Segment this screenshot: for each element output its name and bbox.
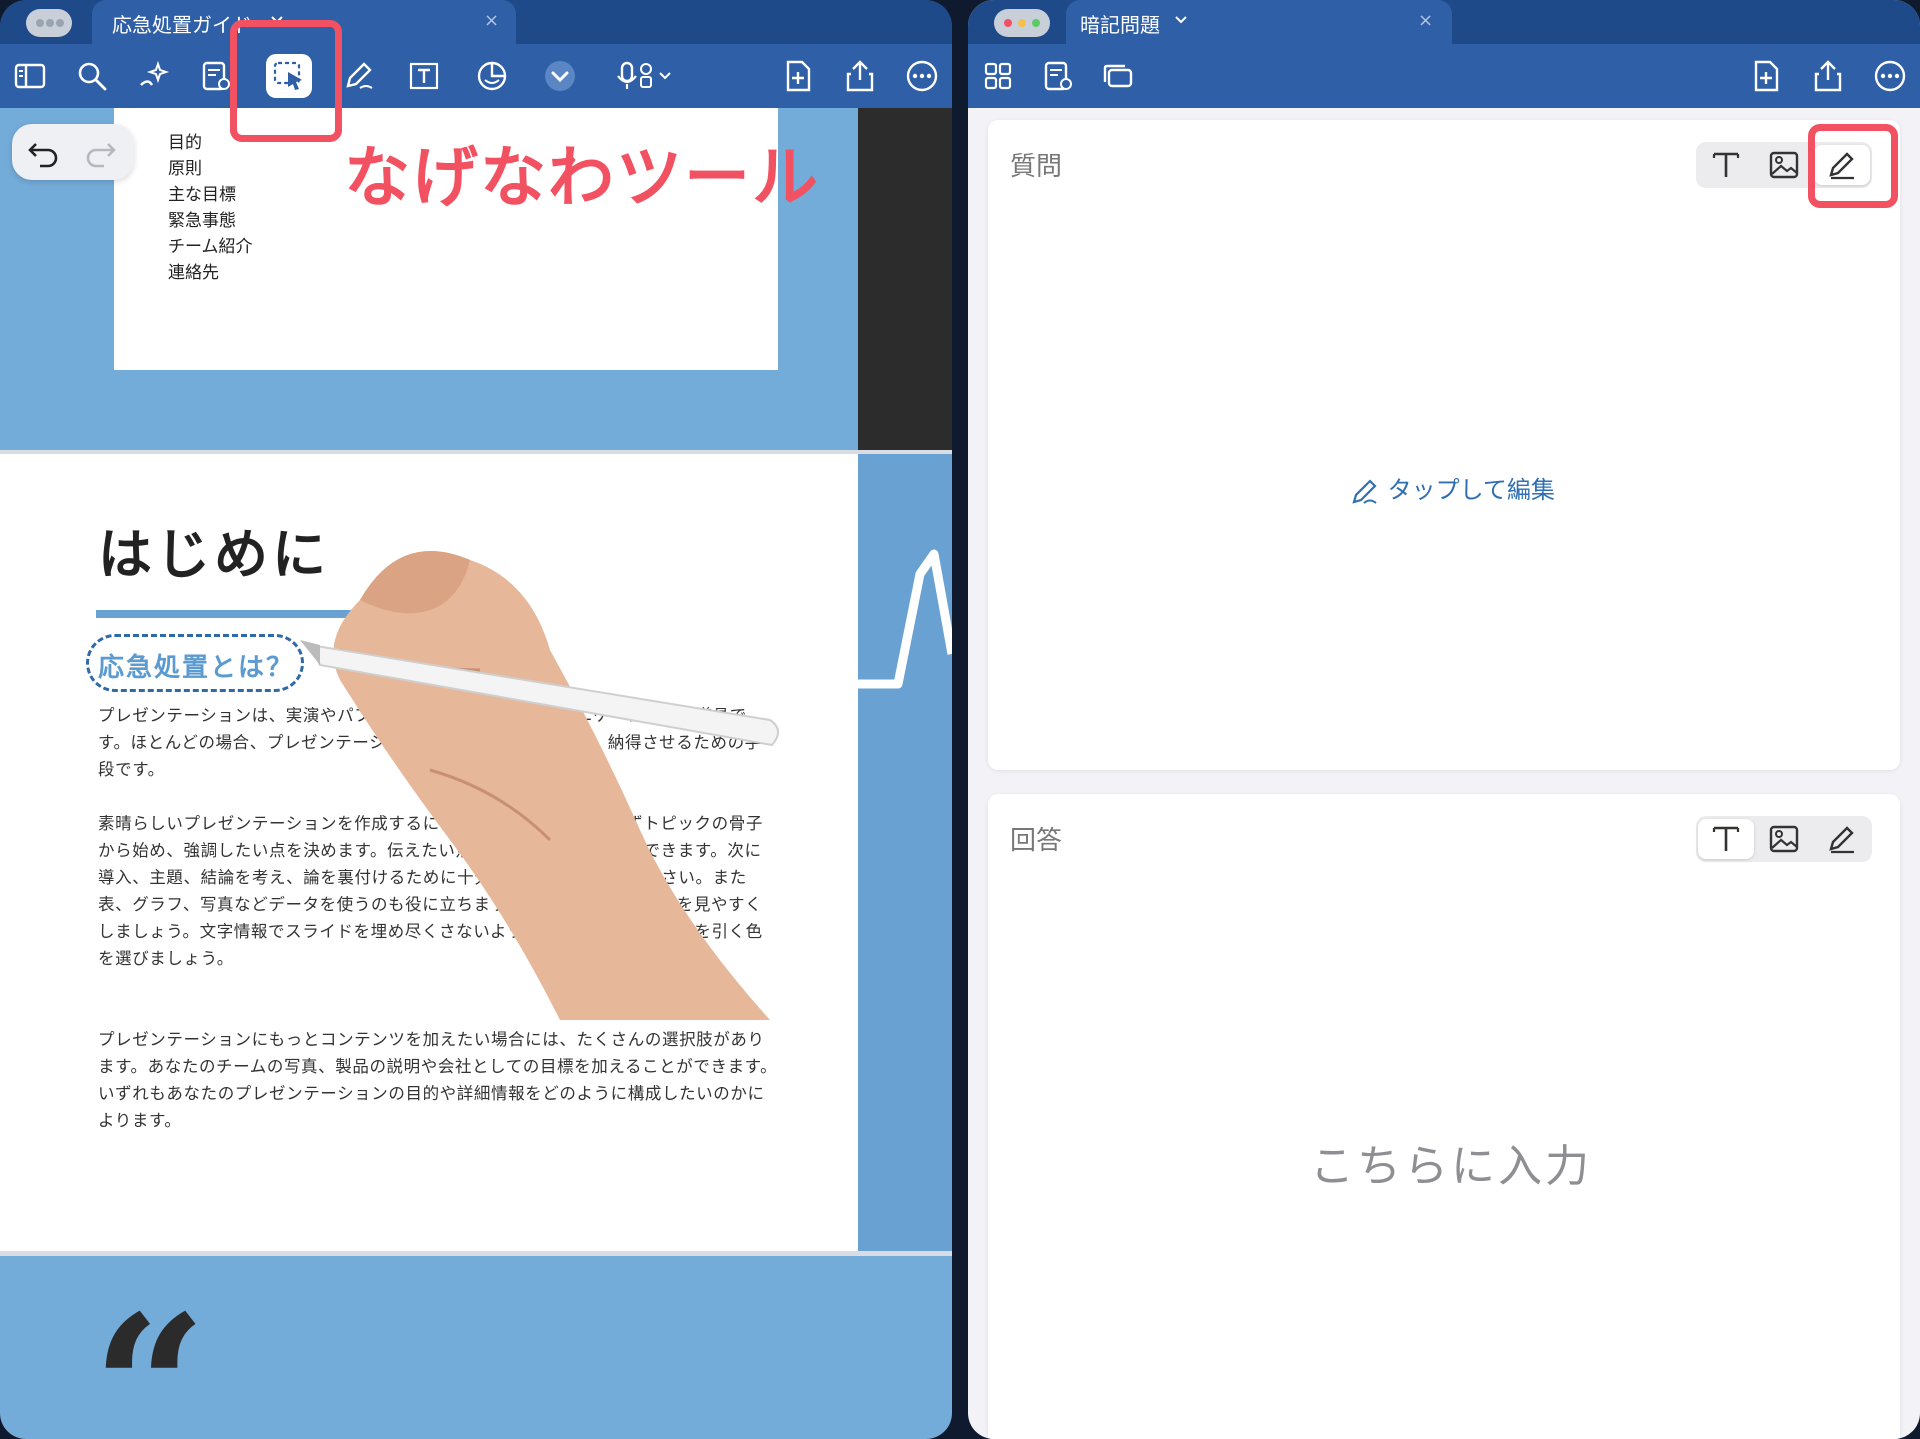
tab-memorization[interactable]: 暗記問題 × [1066, 0, 1452, 44]
sidebar-icon[interactable] [12, 58, 48, 94]
toc-item: 緊急事態 [168, 211, 236, 231]
text-mode-button[interactable] [1698, 819, 1754, 859]
redo-icon[interactable] [84, 136, 118, 168]
input-mode-selector [1696, 816, 1872, 862]
more-icon[interactable] [904, 58, 940, 94]
grid-icon[interactable] [980, 58, 1016, 94]
left-tab-bar: 応急処置ガイド × [0, 0, 952, 44]
text-mode-button[interactable] [1698, 145, 1754, 185]
answer-card[interactable]: 回答 こちらに入力 [988, 794, 1900, 1439]
textbox-icon[interactable] [406, 58, 442, 94]
right-window: 暗記問題 × 質問 タップして編集 回答 こちらに入力 [968, 0, 1920, 1439]
text-icon [1712, 826, 1740, 851]
add-page-icon[interactable] [1748, 58, 1784, 94]
more-icon[interactable] [1872, 58, 1908, 94]
question-card[interactable]: 質問 タップして編集 [988, 120, 1900, 770]
tab-close-button[interactable]: × [484, 10, 499, 31]
image-mode-button[interactable] [1756, 145, 1812, 185]
draw-mode-button[interactable] [1814, 819, 1870, 859]
left-window: 応急処置ガイド × 目的 原則 主な目標 緊急事態 チーム紹介 連絡先 なげなわ… [0, 0, 952, 1439]
toc-item: 主な目標 [168, 185, 236, 205]
page-side-panel [858, 454, 952, 1252]
undo-redo-control [12, 124, 134, 180]
draw-mode-highlight [1808, 124, 1898, 208]
chevron-down-icon [1175, 16, 1187, 24]
right-tab-bar: 暗記問題 × [968, 0, 1920, 44]
quote-mark: “ [92, 1272, 208, 1439]
answer-label: 回答 [1010, 826, 1063, 856]
note-view-icon[interactable] [198, 58, 234, 94]
window-controls[interactable] [994, 9, 1050, 37]
pen-icon [1829, 826, 1854, 854]
window-controls[interactable] [26, 9, 72, 37]
chevron-down-icon[interactable] [542, 58, 578, 94]
hand-with-pencil-illustration [300, 551, 779, 1020]
left-toolbar [0, 44, 952, 108]
flashcard-icon[interactable] [1040, 58, 1076, 94]
toc-item: 目的 [168, 133, 202, 153]
tap-to-edit-hint[interactable]: タップして編集 [1350, 470, 1555, 506]
section-subheading: 応急処置とは？ [98, 653, 295, 683]
tap-to-edit-label: タップして編集 [1387, 476, 1555, 504]
search-icon[interactable] [74, 58, 110, 94]
toc-item: チーム紹介 [168, 237, 253, 257]
answer-input-placeholder[interactable]: こちらに入力 [1310, 1130, 1592, 1194]
pen-icon [1352, 479, 1377, 504]
toc-item: 連絡先 [168, 263, 219, 283]
mic-icon[interactable] [616, 58, 676, 94]
cards-icon[interactable] [1100, 58, 1136, 94]
share-icon[interactable] [842, 58, 878, 94]
tab-title: 暗記問題 [1080, 13, 1160, 37]
share-icon[interactable] [1810, 58, 1846, 94]
lasso-tool-highlight [230, 20, 342, 142]
pen-icon[interactable] [340, 58, 376, 94]
lasso-tool-annotation: なげなわツール [344, 139, 820, 216]
magic-icon[interactable] [136, 58, 172, 94]
page-heading: はじめに [98, 522, 330, 586]
tab-close-button[interactable]: × [1418, 10, 1433, 31]
body-paragraph: プレゼンテーションにもっとコンテンツを加えたい場合には、たくさんの選択肢がありま… [98, 1030, 778, 1130]
question-label: 質問 [1010, 152, 1063, 182]
canvas-margin [858, 108, 952, 450]
image-icon [1769, 825, 1799, 853]
heartbeat-decoration [858, 549, 952, 689]
right-toolbar [968, 44, 1920, 108]
sticker-icon[interactable] [474, 58, 510, 94]
undo-icon[interactable] [26, 136, 60, 168]
toc-item: 原則 [168, 159, 202, 179]
image-mode-button[interactable] [1756, 819, 1812, 859]
text-icon [1712, 152, 1740, 177]
image-icon [1769, 151, 1799, 179]
add-page-icon[interactable] [780, 58, 816, 94]
